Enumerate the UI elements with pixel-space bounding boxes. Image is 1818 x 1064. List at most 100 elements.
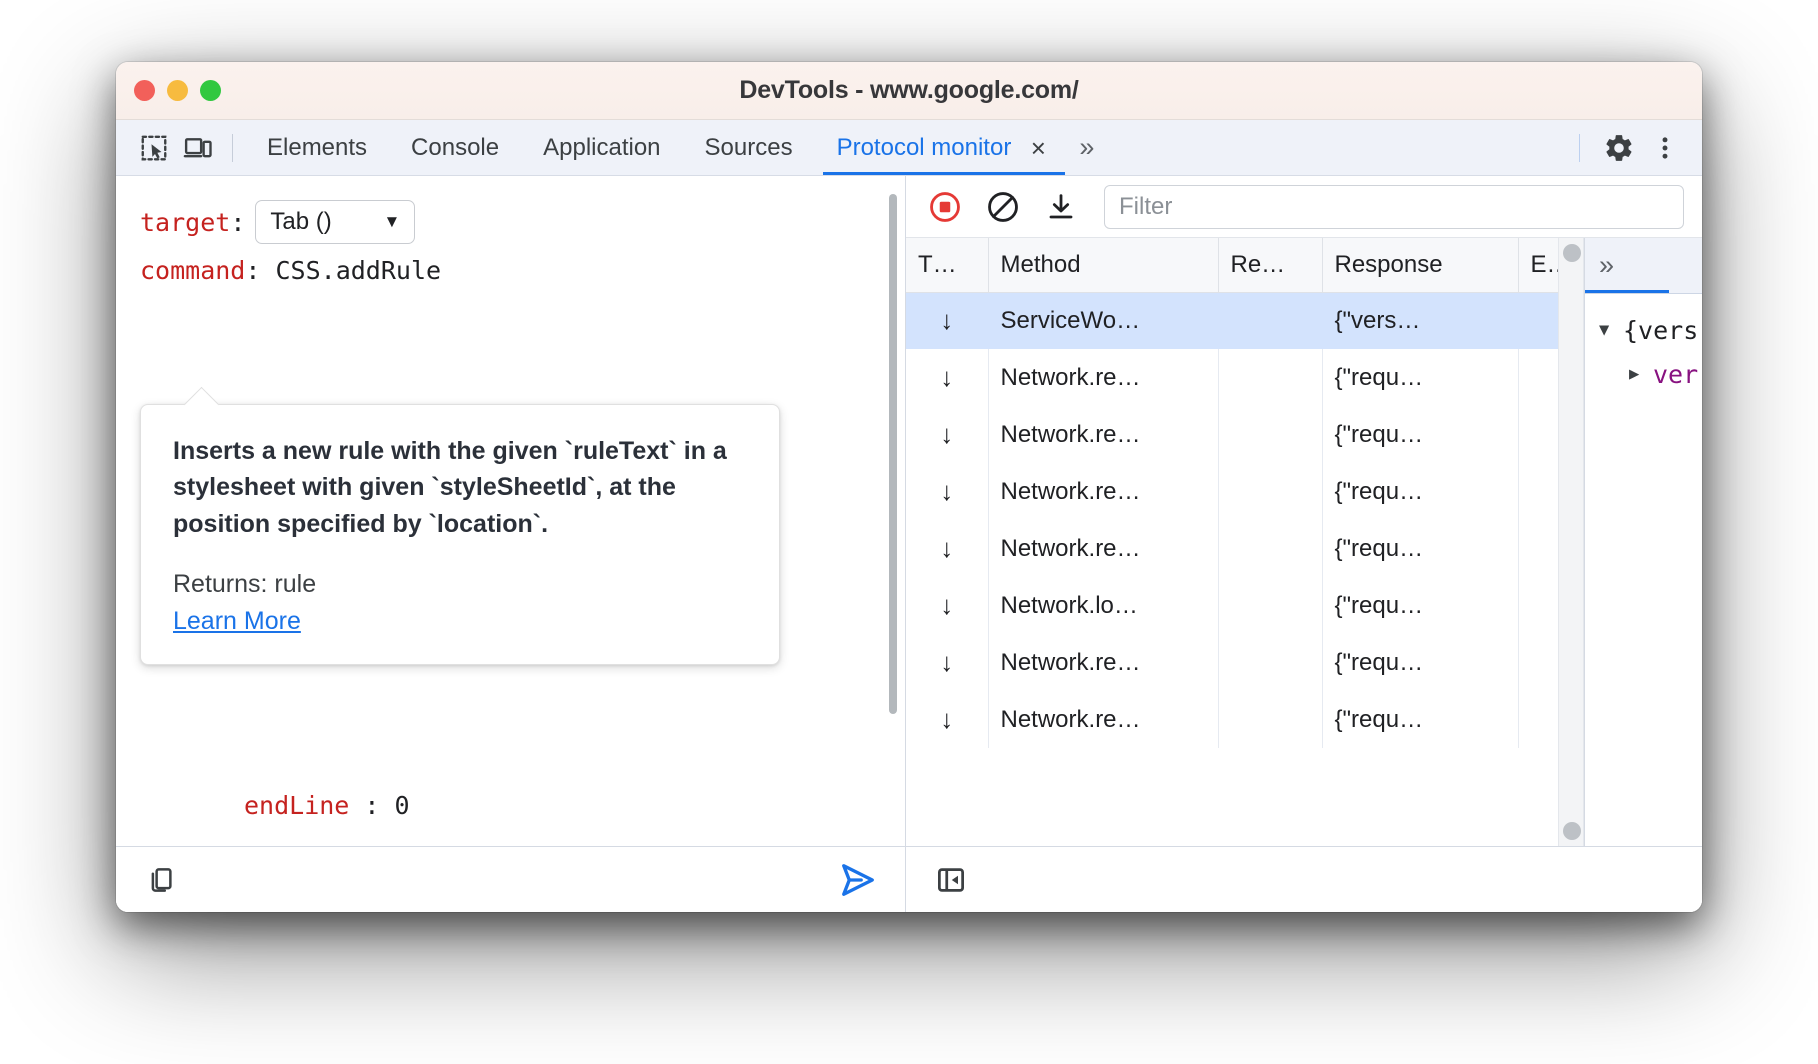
collapse-sidebar-icon[interactable] <box>928 857 974 903</box>
table-row[interactable]: ↓ Network.lo… {"requ… <box>906 577 1583 634</box>
parameter-row[interactable]: endColumn : 0 <box>116 834 905 846</box>
chevron-down-icon[interactable]: ▼ <box>1599 320 1623 340</box>
cell-type: ↓ <box>906 577 989 634</box>
cell-request <box>1218 406 1323 463</box>
json-node-label: {vers <box>1623 315 1699 345</box>
learn-more-link[interactable]: Learn More <box>173 607 301 636</box>
cell-method: Network.re… <box>988 520 1219 577</box>
download-icon[interactable] <box>1036 182 1086 232</box>
message-detail-pane: » ▼ {vers ▶ ver <box>1584 238 1702 846</box>
screenshot-root: DevTools - www.google.com/ Elements Cons… <box>0 0 1818 1064</box>
more-tabs-icon[interactable]: » <box>1599 250 1614 281</box>
command-editor-pane: target: Tab () ▼ command: CSS.addRule In… <box>116 176 906 912</box>
device-toolbar-icon[interactable] <box>176 128 220 168</box>
tab-protocol-monitor[interactable]: Protocol monitor × <box>815 120 1074 175</box>
window-titlebar: DevTools - www.google.com/ <box>116 62 1702 120</box>
cell-type: ↓ <box>906 691 989 748</box>
detail-scroll-track[interactable] <box>1558 238 1584 846</box>
column-header-method[interactable]: Method <box>988 238 1219 293</box>
table-header: T… Method Re… Response E… <box>906 238 1583 293</box>
cell-request <box>1218 520 1323 577</box>
gear-icon[interactable] <box>1596 125 1642 171</box>
table-row[interactable]: ↓ Network.re… {"requ… <box>906 634 1583 691</box>
editor-bottom-toolbar <box>116 846 905 912</box>
window-title: DevTools - www.google.com/ <box>739 76 1079 104</box>
protocol-monitor-pane: T… Method Re… Response <box>906 176 1702 912</box>
command-editor: target: Tab () ▼ command: CSS.addRule In… <box>116 176 905 846</box>
clear-icon[interactable] <box>978 182 1028 232</box>
more-tabs-icon[interactable]: » <box>1073 120 1100 175</box>
json-node[interactable]: ▶ ver <box>1585 352 1702 396</box>
json-node[interactable]: ▼ {vers <box>1585 308 1702 352</box>
cell-response: {"requ… <box>1322 520 1519 577</box>
cell-type: ↓ <box>906 292 989 349</box>
column-header-response[interactable]: Response <box>1322 238 1519 293</box>
cell-request <box>1218 577 1323 634</box>
tab-elements-label: Elements <box>267 133 368 161</box>
command-parameters: endLine : 0 endColumn : 0 <box>116 776 905 846</box>
cell-response: {"requ… <box>1322 691 1519 748</box>
copy-icon[interactable] <box>138 857 184 903</box>
tab-sources[interactable]: Sources <box>683 120 815 175</box>
target-colon: : <box>230 207 246 237</box>
target-select-value: Tab () <box>270 208 332 235</box>
cell-response: {"vers… <box>1322 292 1519 349</box>
table-body: ↓ ServiceWo… {"vers… ↓ Network.re… {"req… <box>906 292 1583 748</box>
cell-type: ↓ <box>906 349 989 406</box>
cell-request <box>1218 463 1323 520</box>
maximize-window-button[interactable] <box>200 80 221 101</box>
command-key-label: command <box>140 255 246 285</box>
protocol-monitor-bottom-toolbar <box>906 846 1702 912</box>
parameter-value: 0 <box>394 790 410 820</box>
cell-request <box>1218 292 1323 349</box>
table-row[interactable]: ↓ Network.re… {"requ… <box>906 463 1583 520</box>
send-icon[interactable] <box>835 857 881 903</box>
chevron-down-icon: ▼ <box>383 212 401 231</box>
cell-response: {"requ… <box>1322 406 1519 463</box>
cell-type: ↓ <box>906 520 989 577</box>
protocol-monitor-toolbar <box>906 176 1702 238</box>
tabbar-actions <box>1571 125 1688 171</box>
parameter-row[interactable]: endLine : 0 <box>116 776 905 834</box>
devtools-window: DevTools - www.google.com/ Elements Cons… <box>116 62 1702 912</box>
column-header-response-label: Response <box>1334 250 1443 278</box>
tab-console[interactable]: Console <box>389 120 521 175</box>
record-stop-icon[interactable] <box>920 182 970 232</box>
tab-console-label: Console <box>411 133 500 161</box>
devtools-tabbar: Elements Console Application Sources Pro… <box>116 120 1702 176</box>
parameter-colon: : <box>364 790 380 820</box>
table-row[interactable]: ↓ Network.re… {"requ… <box>906 349 1583 406</box>
detail-scroll-thumb-top[interactable] <box>1563 244 1581 262</box>
target-row: target: Tab () ▼ <box>116 198 905 246</box>
traffic-lights <box>134 80 221 101</box>
tab-application-label: Application <box>543 133 661 161</box>
table-row[interactable]: ↓ Network.re… {"requ… <box>906 520 1583 577</box>
chevron-right-icon[interactable]: ▶ <box>1629 364 1653 384</box>
tab-application[interactable]: Application <box>521 120 682 175</box>
column-header-type[interactable]: T… <box>906 238 989 293</box>
close-icon[interactable]: × <box>1025 135 1051 161</box>
editor-vertical-scrollbar[interactable] <box>889 194 897 714</box>
cell-method: ServiceWo… <box>988 292 1219 349</box>
table-row[interactable]: ↓ ServiceWo… {"vers… <box>906 292 1583 349</box>
filter-input[interactable] <box>1104 184 1684 229</box>
cell-response: {"requ… <box>1322 463 1519 520</box>
cell-type: ↓ <box>906 406 989 463</box>
tab-elements[interactable]: Elements <box>245 120 389 175</box>
table-row[interactable]: ↓ Network.re… {"requ… <box>906 691 1583 748</box>
column-header-request[interactable]: Re… <box>1218 238 1323 293</box>
minimize-window-button[interactable] <box>167 80 188 101</box>
close-window-button[interactable] <box>134 80 155 101</box>
cell-type: ↓ <box>906 463 989 520</box>
inspect-element-icon[interactable] <box>132 128 176 168</box>
table-row[interactable]: ↓ Network.re… {"requ… <box>906 406 1583 463</box>
cell-method: Network.lo… <box>988 577 1219 634</box>
json-viewer: ▼ {vers ▶ ver <box>1585 294 1702 396</box>
command-row[interactable]: command: CSS.addRule <box>116 246 905 294</box>
target-select[interactable]: Tab () ▼ <box>255 200 416 244</box>
detail-scroll-thumb-bottom[interactable] <box>1563 822 1581 840</box>
cell-method: Network.re… <box>988 691 1219 748</box>
more-vertical-icon[interactable] <box>1642 125 1688 171</box>
cell-request <box>1218 634 1323 691</box>
cell-response: {"requ… <box>1322 349 1519 406</box>
